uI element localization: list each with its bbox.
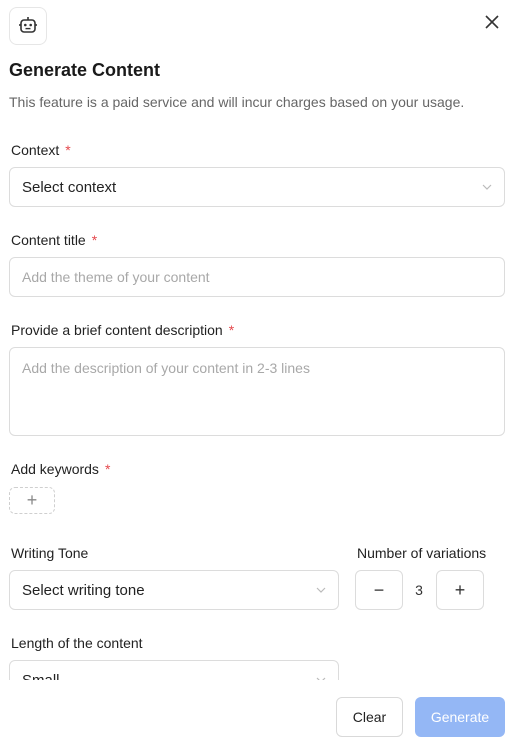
required-marker: *	[65, 142, 71, 158]
decrement-button[interactable]: −	[355, 570, 403, 610]
length-select[interactable]: Small	[9, 660, 339, 680]
length-label: Length of the content	[11, 635, 143, 651]
required-marker: *	[228, 322, 235, 338]
content-title-input[interactable]: Add the theme of your content	[9, 257, 505, 297]
description-label: Provide a brief content description *	[11, 322, 235, 338]
context-label: Context *	[11, 142, 71, 158]
dialog-subtitle: This feature is a paid service and will …	[9, 94, 465, 110]
required-marker: *	[91, 232, 98, 248]
add-keyword-button[interactable]: +	[9, 487, 55, 514]
form-scroll-area[interactable]: Context * Select context Content title * A…	[0, 130, 525, 680]
robot-icon	[9, 7, 47, 45]
required-marker: *	[104, 461, 111, 477]
variations-value: 3	[415, 582, 423, 598]
minus-icon: −	[373, 579, 385, 600]
dialog-footer: Clear Generate	[0, 680, 525, 753]
dialog-title: Generate Content	[9, 60, 161, 80]
generate-button[interactable]: Generate	[415, 697, 505, 737]
writing-tone-select[interactable]: Select writing tone	[9, 570, 339, 610]
description-textarea[interactable]: Add the description of your content in 2…	[9, 347, 505, 436]
clear-button[interactable]: Clear	[336, 697, 403, 737]
plus-icon: +	[454, 579, 466, 600]
close-button[interactable]	[482, 12, 502, 32]
context-select[interactable]: Select context	[9, 167, 505, 207]
variations-label: Number of variations	[357, 545, 487, 561]
content-title-label: Content title *	[11, 232, 98, 248]
close-icon	[485, 15, 499, 29]
plus-icon: +	[26, 490, 38, 510]
keywords-label: Add keywords *	[11, 461, 111, 477]
chevron-down-icon	[482, 184, 492, 190]
increment-button[interactable]: +	[436, 570, 484, 610]
writing-tone-label: Writing Tone	[11, 545, 89, 561]
chevron-down-icon	[316, 587, 326, 593]
